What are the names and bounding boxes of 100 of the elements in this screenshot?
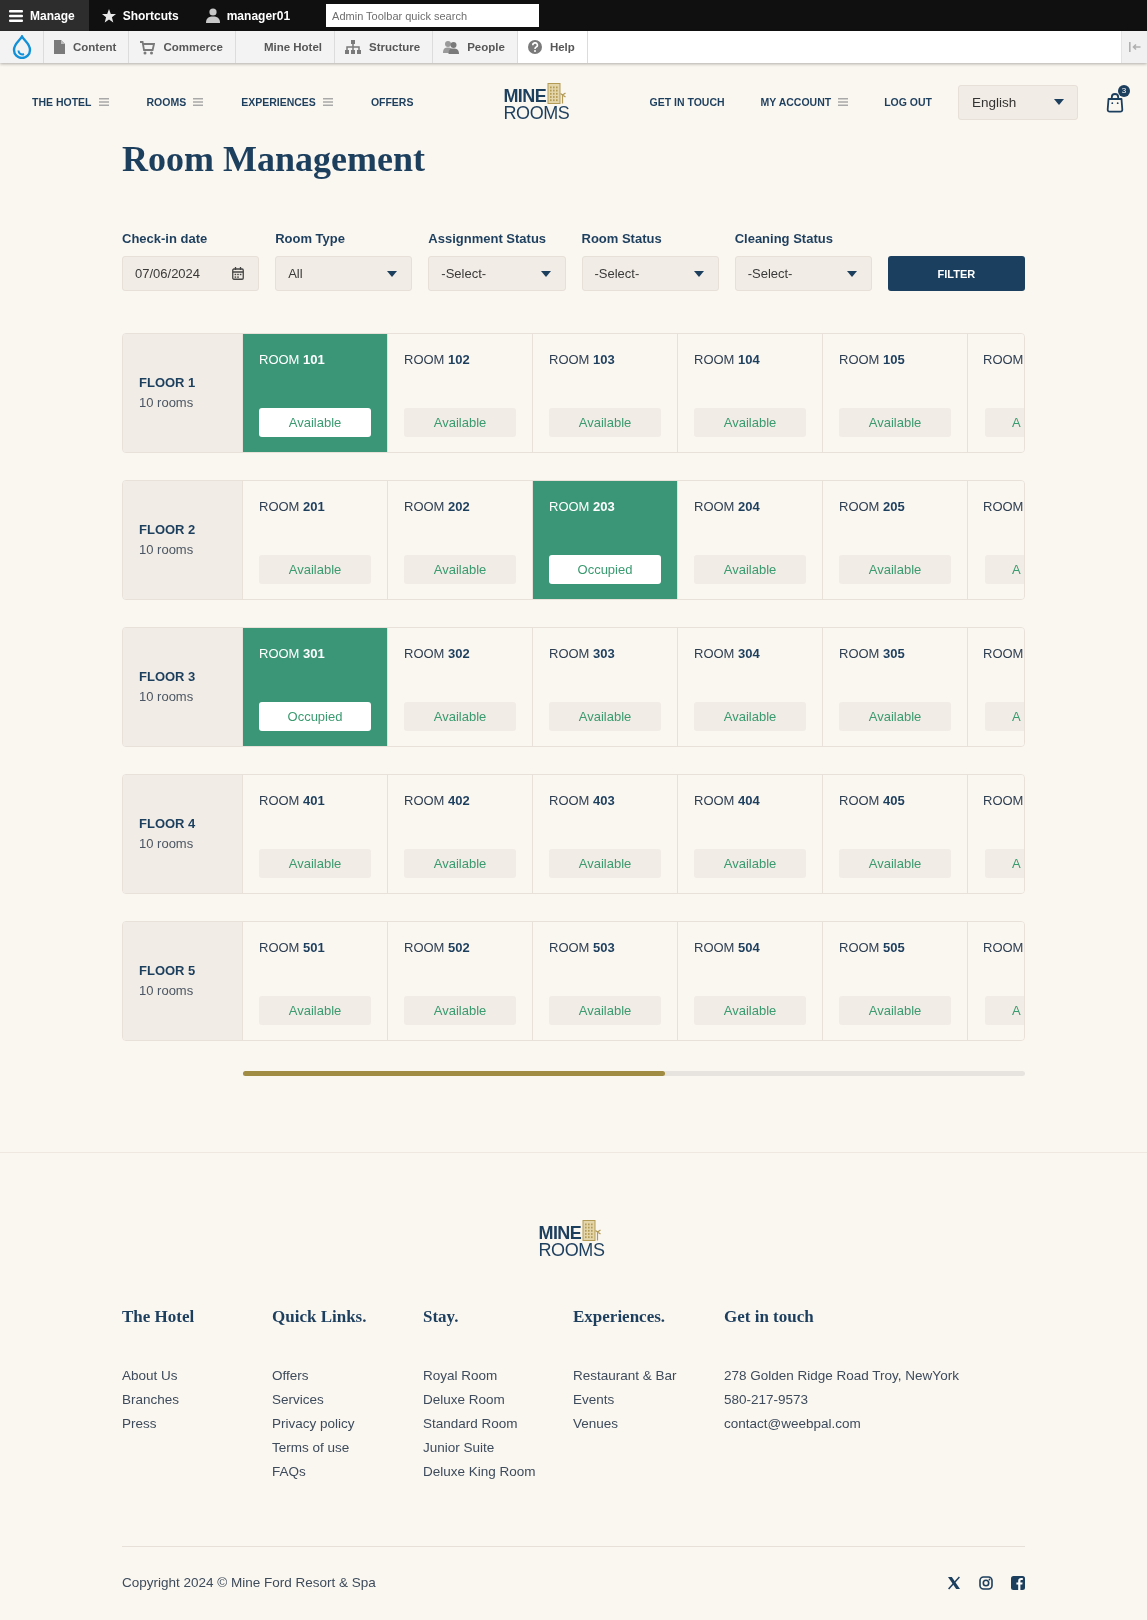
footer-link[interactable]: Privacy policy [272, 1412, 355, 1436]
scrollbar-thumb[interactable] [243, 1071, 666, 1076]
admin-menu-item[interactable]: Mine Hotel [235, 31, 336, 63]
square-f-icon[interactable] [1011, 1576, 1025, 1590]
footer-link[interactable]: Restaurant & Bar [573, 1364, 677, 1388]
room-label: ROOM 504 [694, 939, 760, 957]
admin-menu-item[interactable]: Commerce [129, 31, 236, 63]
logo-text[interactable]: ROOMS [503, 104, 570, 122]
floor-name: FLOOR 3 [139, 668, 197, 686]
filter-label: Cleaning Status [734, 231, 834, 247]
toolbar-tab[interactable]: Manage [0, 0, 89, 31]
dropdown[interactable]: -Select- [734, 256, 872, 291]
status-badge: Available [259, 996, 371, 1025]
room-label: ROOM [983, 939, 1024, 957]
date-field[interactable]: 07/06/2024 [122, 256, 260, 291]
admin-menu-item[interactable]: Structure [335, 31, 434, 63]
caret-icon [1054, 99, 1064, 105]
search-field[interactable]: Admin Toolbar quick search [326, 4, 540, 27]
footer-link[interactable]: Terms of use [272, 1436, 350, 1460]
footer-link[interactable]: 580-217-9573 [724, 1388, 809, 1412]
status-badge: Available [259, 555, 371, 584]
footer-link[interactable]: Deluxe Room [423, 1388, 505, 1412]
footer-link[interactable]: Events [573, 1388, 615, 1412]
toolbar-tab[interactable]: manager01 [196, 0, 305, 31]
star-icon[interactable] [101, 8, 116, 23]
footer-heading: The Hotel [122, 1307, 196, 1327]
footer-link[interactable]: FAQs [272, 1460, 306, 1484]
footer-link[interactable]: Venues [573, 1412, 619, 1436]
footer-link[interactable]: Services [272, 1388, 324, 1412]
status-badge: Available [694, 555, 806, 584]
drop-icon[interactable] [11, 35, 32, 59]
copyright-text: Copyright 2024 © Mine Ford Resort & Spa [122, 1574, 376, 1592]
footer-link[interactable]: Offers [272, 1364, 309, 1388]
room-label: ROOM 503 [549, 939, 615, 957]
camera-icon[interactable] [979, 1576, 993, 1590]
status-badge: A [985, 555, 1024, 584]
sitemap-icon[interactable] [345, 40, 362, 54]
room-card[interactable]: ROOM 203 Occupied [533, 481, 678, 599]
caret-icon [693, 270, 704, 277]
footer-link[interactable]: contact@weebpal.com [724, 1412, 861, 1436]
status-badge: Available [549, 849, 661, 878]
language-select[interactable]: English [958, 84, 1078, 120]
footer-link[interactable]: 278 Golden Ridge Road Troy, NewYork [724, 1364, 959, 1388]
floor-name: FLOOR 1 [139, 374, 197, 392]
status-badge: Available [404, 996, 516, 1025]
logo-text[interactable]: ROOMS [538, 1241, 605, 1259]
room-label: ROOM 204 [694, 498, 760, 516]
footer-link[interactable]: Deluxe King Room [423, 1460, 536, 1484]
room-label: ROOM 505 [839, 939, 905, 957]
horizontal-scrollbar[interactable] [243, 1071, 1025, 1076]
calendar-icon[interactable] [232, 267, 245, 280]
menu-icon[interactable] [9, 9, 23, 22]
room-label: ROOM 501 [259, 939, 325, 957]
room-label: ROOM 201 [259, 498, 325, 516]
footer-link[interactable]: Standard Room [423, 1412, 518, 1436]
dropdown[interactable]: All [275, 256, 413, 291]
user-icon[interactable] [205, 8, 220, 23]
room-label: ROOM 502 [404, 939, 470, 957]
toolbar-tab[interactable]: Shortcuts [92, 0, 193, 31]
people-icon[interactable] [443, 40, 460, 54]
room-card[interactable]: ROOM 101 Available [243, 334, 388, 452]
status-badge: Occupied [259, 702, 371, 731]
status-badge: Occupied [549, 555, 661, 584]
room-label: ROOM 304 [694, 645, 760, 663]
logo-text[interactable]: MINE [538, 1225, 582, 1241]
nav-link[interactable]: EXPERIENCES [241, 96, 316, 108]
room-label: ROOM 401 [259, 792, 325, 810]
building-icon[interactable] [582, 1219, 602, 1241]
cart-icon[interactable] [139, 39, 156, 55]
status-badge: Available [549, 996, 661, 1025]
document-icon[interactable] [54, 40, 65, 54]
room-label: ROOM 102 [404, 351, 470, 369]
filter-label: Assignment Status [428, 231, 548, 247]
nav-link[interactable]: LOG OUT [884, 96, 932, 108]
nav-link[interactable]: GET IN TOUCH [649, 96, 725, 108]
footer-link[interactable]: Branches [122, 1388, 180, 1412]
status-badge: Available [259, 408, 371, 437]
dropdown[interactable]: -Select- [428, 256, 566, 291]
nav-link[interactable]: MY ACCOUNT [760, 96, 832, 108]
room-label: ROOM 404 [694, 792, 760, 810]
building-icon[interactable] [547, 82, 567, 104]
logo-text[interactable]: MINE [503, 88, 547, 104]
footer-link[interactable]: About Us [122, 1364, 178, 1388]
footer-heading: Stay. [423, 1307, 460, 1327]
footer-link[interactable]: Royal Room [423, 1364, 498, 1388]
room-card[interactable]: ROOM 301 Occupied [243, 628, 388, 746]
shopping-bag-icon[interactable] [1105, 91, 1125, 113]
nav-link[interactable]: THE HOTEL [32, 96, 92, 108]
room-label: ROOM 103 [549, 351, 615, 369]
help-icon[interactable] [527, 40, 542, 54]
footer-link[interactable]: Press [122, 1412, 157, 1436]
nav-link[interactable]: OFFERS [370, 96, 414, 108]
footer-link[interactable]: Junior Suite [423, 1436, 495, 1460]
dropdown[interactable]: -Select- [581, 256, 719, 291]
filter-button[interactable]: FILTER [887, 256, 1025, 291]
x-icon[interactable] [947, 1576, 961, 1590]
admin-menu-item[interactable]: Content [44, 31, 130, 63]
nav-link[interactable]: ROOMS [146, 96, 187, 108]
status-badge: A [985, 408, 1024, 437]
admin-menu-item[interactable]: People [433, 31, 518, 63]
